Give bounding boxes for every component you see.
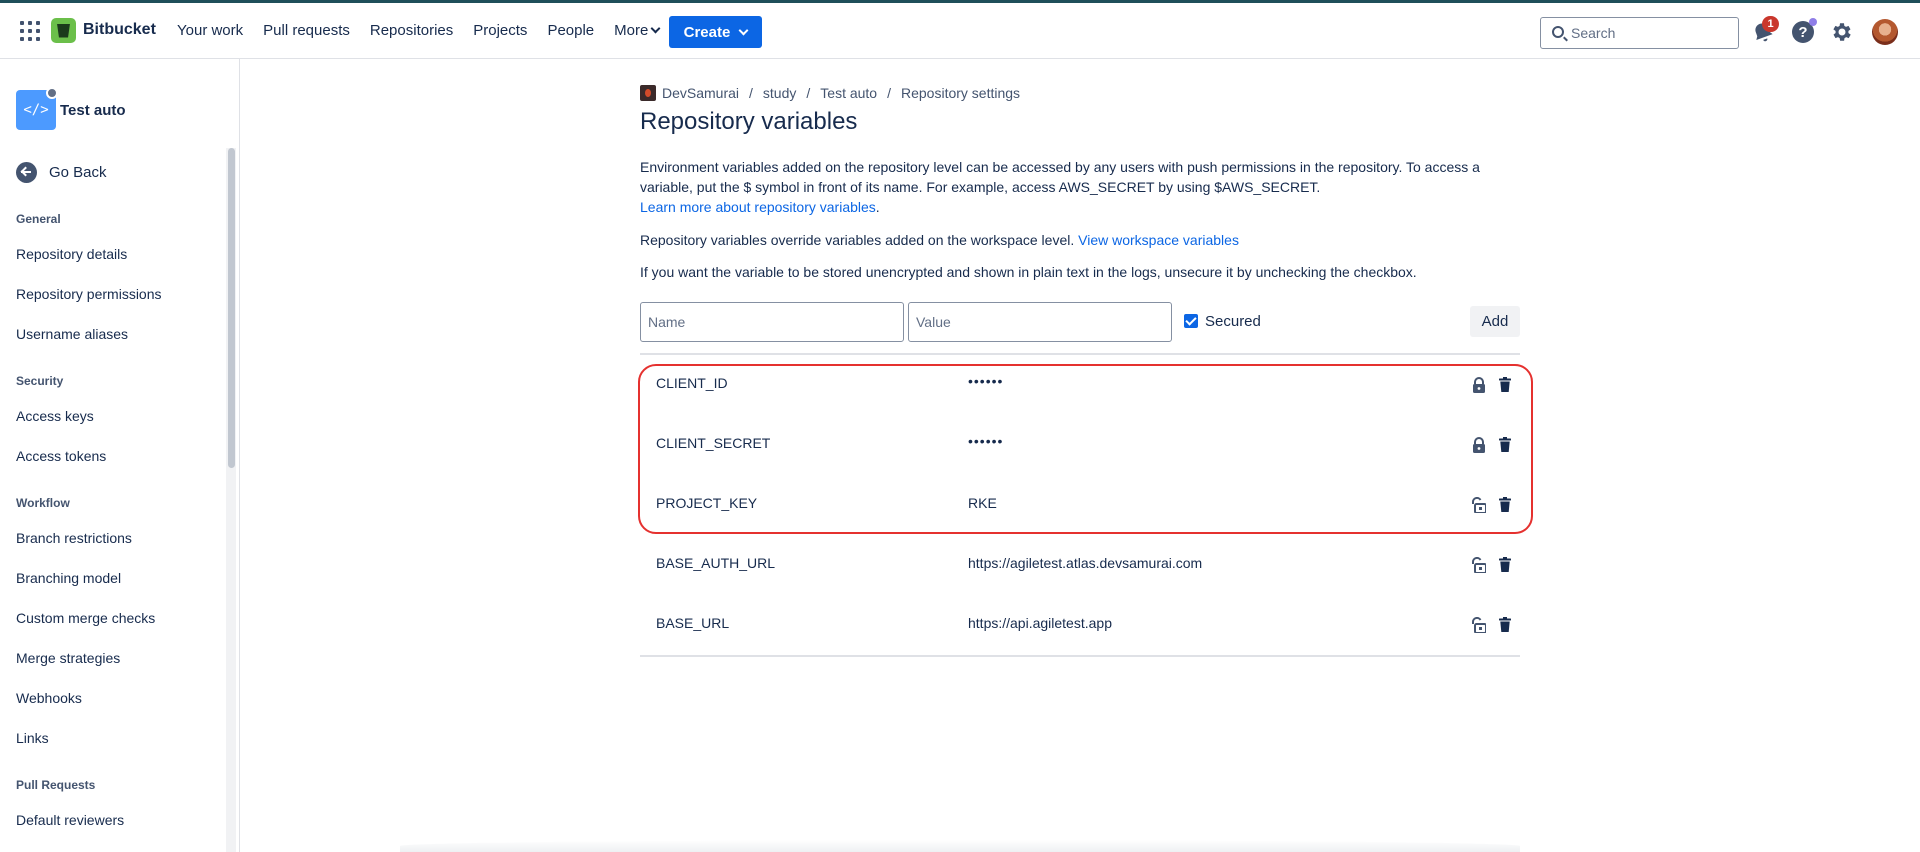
sidebar-item-default-reviewers[interactable]: Default reviewers bbox=[16, 812, 124, 828]
repo-name[interactable]: Test auto bbox=[60, 102, 126, 119]
view-workspace-variables-link[interactable]: View workspace variables bbox=[1078, 232, 1239, 248]
top-navigation: Bitbucket Your work Pull requests Reposi… bbox=[0, 0, 1920, 59]
create-label: Create bbox=[683, 23, 731, 41]
trash-icon[interactable] bbox=[1499, 557, 1511, 572]
trash-icon[interactable] bbox=[1499, 617, 1511, 632]
nav-your-work[interactable]: Your work bbox=[177, 22, 243, 39]
sidebar-item-branching-model[interactable]: Branching model bbox=[16, 570, 121, 586]
variable-value-input[interactable]: Value bbox=[908, 302, 1172, 342]
secured-checkbox[interactable] bbox=[1184, 314, 1198, 328]
workspace-paragraph: Repository variables override variables … bbox=[640, 230, 1520, 250]
section-security: Security bbox=[16, 374, 64, 388]
nav-more-label: More bbox=[614, 22, 649, 39]
workspace-text: Repository variables override variables … bbox=[640, 232, 1075, 248]
divider bbox=[640, 655, 1520, 657]
sidebar: </> Test auto Go Back General Repository… bbox=[0, 59, 240, 852]
breadcrumb-workspace[interactable]: DevSamurai bbox=[662, 85, 739, 101]
sidebar-item-access-keys[interactable]: Access keys bbox=[16, 408, 94, 424]
intro-text: Environment variables added on the repos… bbox=[640, 159, 1480, 195]
arrow-left-icon bbox=[16, 162, 37, 183]
variable-name: BASE_URL bbox=[656, 615, 730, 631]
gear-icon[interactable] bbox=[1830, 20, 1854, 44]
secured-label: Secured bbox=[1205, 313, 1261, 330]
search-input[interactable]: Search bbox=[1540, 17, 1739, 49]
variable-value: https://agiletest.atlas.devsamurai.com bbox=[968, 555, 1203, 571]
nav-people[interactable]: People bbox=[547, 22, 594, 39]
highlight-annotation bbox=[638, 364, 1533, 534]
section-general: General bbox=[16, 212, 61, 226]
nav-more[interactable]: More bbox=[614, 22, 661, 39]
sidebar-item-webhooks[interactable]: Webhooks bbox=[16, 690, 82, 706]
sidebar-item-custom-merge-checks[interactable]: Custom merge checks bbox=[16, 610, 155, 626]
sidebar-item-repository-details[interactable]: Repository details bbox=[16, 246, 127, 262]
chevron-down-icon bbox=[738, 25, 749, 35]
unlock-icon[interactable] bbox=[1472, 617, 1486, 633]
sidebar-item-access-tokens[interactable]: Access tokens bbox=[16, 448, 106, 464]
app-switcher-icon[interactable] bbox=[20, 21, 40, 41]
chevron-down-icon bbox=[650, 23, 661, 34]
workspace-avatar-icon bbox=[640, 85, 656, 101]
variable-name-input[interactable]: Name bbox=[640, 302, 904, 342]
help-new-dot bbox=[1809, 18, 1817, 26]
bottom-shadow bbox=[400, 840, 1520, 852]
breadcrumb: DevSamurai / study / Test auto / Reposit… bbox=[640, 85, 1020, 101]
add-button[interactable]: Add bbox=[1470, 306, 1520, 337]
breadcrumb-settings[interactable]: Repository settings bbox=[901, 85, 1020, 101]
unsecure-paragraph: If you want the variable to be stored un… bbox=[640, 264, 1417, 280]
sidebar-item-repository-permissions[interactable]: Repository permissions bbox=[16, 286, 162, 302]
intro-paragraph: Environment variables added on the repos… bbox=[640, 157, 1520, 217]
section-pull-requests: Pull Requests bbox=[16, 778, 96, 792]
sidebar-item-username-aliases[interactable]: Username aliases bbox=[16, 326, 128, 342]
notification-badge: 1 bbox=[1762, 16, 1779, 32]
brand-name[interactable]: Bitbucket bbox=[83, 21, 156, 39]
variable-value: https://api.agiletest.app bbox=[968, 615, 1112, 631]
user-avatar[interactable] bbox=[1872, 19, 1898, 45]
main-nav: Your work Pull requests Repositories Pro… bbox=[177, 22, 679, 39]
page-title: Repository variables bbox=[640, 108, 858, 135]
nav-pull-requests[interactable]: Pull requests bbox=[263, 22, 350, 39]
create-button[interactable]: Create bbox=[669, 16, 762, 48]
breadcrumb-repository[interactable]: Test auto bbox=[820, 85, 877, 101]
go-back-link[interactable]: Go Back bbox=[16, 162, 107, 183]
nav-projects[interactable]: Projects bbox=[473, 22, 527, 39]
learn-more-suffix: . bbox=[875, 199, 880, 215]
sidebar-item-links[interactable]: Links bbox=[16, 730, 49, 746]
sidebar-item-merge-strategies[interactable]: Merge strategies bbox=[16, 650, 120, 666]
unlock-icon[interactable] bbox=[1472, 557, 1486, 573]
sidebar-item-branch-restrictions[interactable]: Branch restrictions bbox=[16, 530, 132, 546]
table-row: BASE_URL https://api.agiletest.app bbox=[640, 595, 1520, 655]
breadcrumb-project[interactable]: study bbox=[763, 85, 796, 101]
repo-private-badge bbox=[46, 87, 58, 99]
nav-repositories[interactable]: Repositories bbox=[370, 22, 453, 39]
table-row: BASE_AUTH_URL https://agiletest.atlas.de… bbox=[640, 535, 1520, 595]
bitbucket-logo-icon[interactable] bbox=[51, 18, 76, 43]
search-icon bbox=[1552, 26, 1564, 38]
sidebar-scrollbar-thumb[interactable] bbox=[228, 148, 235, 468]
search-placeholder: Search bbox=[1571, 25, 1616, 41]
section-workflow: Workflow bbox=[16, 496, 70, 510]
go-back-label: Go Back bbox=[49, 164, 107, 181]
learn-more-link[interactable]: Learn more about repository variables bbox=[640, 199, 876, 215]
variable-name: BASE_AUTH_URL bbox=[656, 555, 776, 571]
